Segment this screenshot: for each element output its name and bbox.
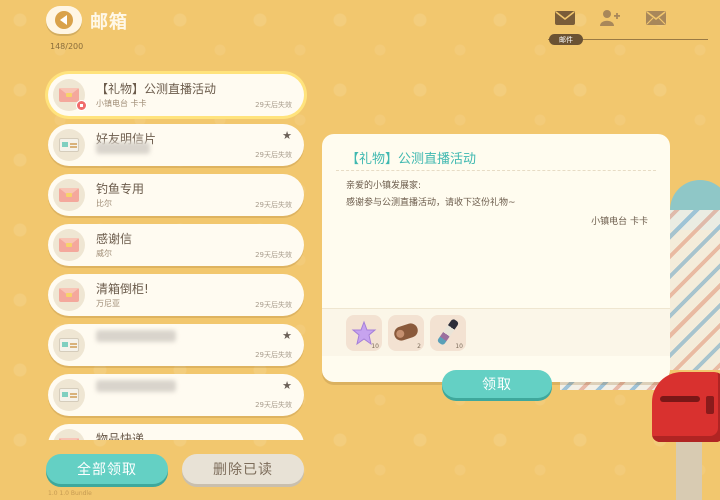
message-envelope-icon [646, 11, 666, 25]
mail-item-icon [53, 129, 85, 161]
add-friend-icon [600, 10, 620, 26]
envelope-icon [59, 88, 79, 102]
tab-messages[interactable] [643, 8, 669, 28]
mail-list[interactable]: 【礼物】公测直播活动 小镇电台 卡卡 29天后失效 好友明信片 ★ 29天后失效… [44, 70, 308, 440]
mail-count: 148/200 [50, 42, 84, 51]
mail-sender: 万尼亚 [96, 299, 120, 308]
mail-item-fishing[interactable]: 钓鱼专用 比尔 29天后失效 [48, 174, 304, 216]
paint-tube-icon [436, 318, 460, 346]
mail-sender: 威尔 [96, 249, 112, 258]
mail-item-icon [53, 229, 85, 261]
envelope-icon [59, 188, 79, 202]
mail-expire: 29天后失效 [255, 101, 292, 109]
mail-item-delivery[interactable]: 物品快递 [48, 424, 304, 440]
mail-expire: 29天后失效 [255, 201, 292, 209]
star-icon[interactable]: ★ [282, 379, 292, 392]
redacted-title [96, 330, 176, 342]
mail-item-postcard-3[interactable]: ★ 29天后失效 [48, 374, 304, 416]
delete-read-button[interactable]: 删除已读 [182, 454, 304, 484]
detail-message: 感谢参与公测直播活动，请收下这份礼物~ [346, 198, 516, 208]
mail-item-icon [53, 379, 85, 411]
mail-expire: 29天后失效 [255, 301, 292, 309]
claim-button[interactable]: 领取 [442, 370, 552, 398]
mail-item-gift[interactable]: 【礼物】公测直播活动 小镇电台 卡卡 29天后失效 [48, 74, 304, 116]
mail-sender: 比尔 [96, 199, 112, 208]
redacted-title [96, 380, 176, 392]
star-icon[interactable]: ★ [282, 129, 292, 142]
mail-title: 清箱倒柜! [96, 282, 149, 296]
redacted-sender [96, 142, 150, 154]
mail-item-thanks[interactable]: 感谢信 威尔 29天后失效 [48, 224, 304, 266]
divider [336, 170, 656, 171]
postcard-icon [59, 138, 79, 152]
detail-body: 亲爱的小镇发展家: 感谢参与公测直播活动，请收下这份礼物~ [346, 178, 516, 212]
page-title: 邮箱 [90, 12, 128, 33]
mail-title: 钓鱼专用 [96, 182, 145, 196]
envelope-icon [59, 238, 79, 252]
gift-badge-icon [76, 100, 87, 111]
attachment-wood-log[interactable]: 2 [388, 315, 424, 351]
back-arrow-icon [55, 11, 73, 29]
active-tab-badge: 邮件 [549, 34, 583, 45]
attachment-paint-tube[interactable]: 10 [430, 315, 466, 351]
postcard-icon [59, 338, 79, 352]
envelope-icon [59, 288, 79, 302]
mail-item-postcard[interactable]: 好友明信片 ★ 29天后失效 [48, 124, 304, 166]
back-button[interactable] [46, 6, 82, 34]
attachment-count: 10 [371, 343, 379, 350]
attachment-purple-star[interactable]: 10 [346, 315, 382, 351]
attachment-count: 10 [455, 343, 463, 350]
mail-item-icon [53, 179, 85, 211]
mail-expire: 29天后失效 [255, 401, 292, 409]
mailbox-post [676, 440, 702, 500]
attachment-count: 2 [417, 343, 421, 350]
mail-title: 【礼物】公测直播活动 [96, 82, 217, 96]
mail-item-icon [53, 429, 85, 440]
mail-item-clearout[interactable]: 清箱倒柜! 万尼亚 29天后失效 [48, 274, 304, 316]
mail-expire: 29天后失效 [255, 351, 292, 359]
mail-detail-panel: 【礼物】公测直播活动 亲爱的小镇发展家: 感谢参与公测直播活动，请收下这份礼物~… [322, 134, 670, 382]
mail-sender: 小镇电台 卡卡 [96, 99, 147, 108]
mail-title: 感谢信 [96, 232, 133, 246]
envelope-icon [59, 438, 79, 440]
mail-item-postcard-2[interactable]: ★ 29天后失效 [48, 324, 304, 366]
envelope-icon [555, 11, 575, 25]
mail-item-icon [53, 79, 87, 111]
claim-all-button[interactable]: 全部领取 [46, 454, 168, 484]
tab-mail[interactable] [552, 8, 578, 28]
mail-expire: 29天后失效 [255, 151, 292, 159]
postcard-icon [59, 388, 79, 402]
detail-title: 【礼物】公测直播活动 [346, 152, 477, 167]
mail-expire: 29天后失效 [255, 251, 292, 259]
mail-title: 物品快递 [96, 432, 145, 440]
attachments-bar: 10 2 10 [322, 308, 670, 356]
mail-item-icon [53, 279, 85, 311]
tab-friends[interactable] [596, 8, 622, 28]
footer-version-text: 1.0 1.0 Bundle [48, 490, 92, 497]
detail-signature: 小镇电台 卡卡 [591, 217, 648, 227]
star-icon[interactable]: ★ [282, 329, 292, 342]
mail-item-icon [53, 329, 85, 361]
detail-greeting: 亲爱的小镇发展家: [346, 181, 422, 191]
wood-log-icon [392, 321, 420, 343]
mailbox-flag-icon [706, 396, 714, 414]
